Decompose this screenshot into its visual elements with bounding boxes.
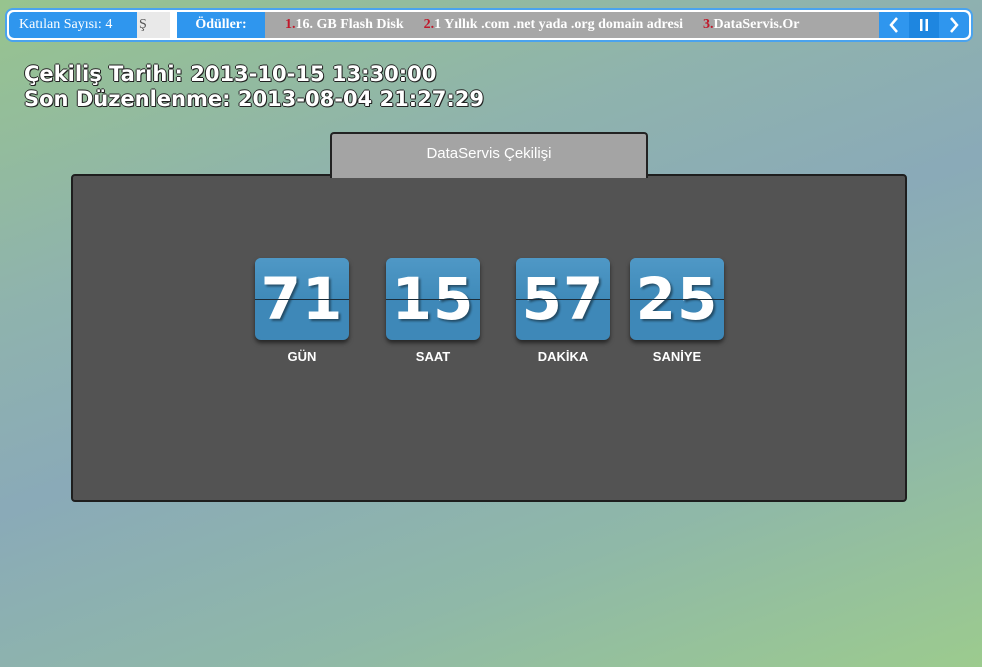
countdown-minutes-label: DAKİKA <box>537 349 589 364</box>
countdown-seconds-label: SANİYE <box>652 349 702 364</box>
pause-icon <box>920 19 928 31</box>
flip-seam <box>630 299 724 300</box>
draw-date: Çekiliş Tarihi: 2013-10-15 13:30:00 <box>24 62 437 86</box>
last-edit-date: Son Düzenlenme: 2013-08-04 21:27:29 <box>24 87 484 111</box>
pause-button[interactable] <box>909 12 939 38</box>
prize-item[interactable]: 2.1 Yıllık .com .net yada .org domain ad… <box>404 12 683 38</box>
tab-join <box>332 172 646 178</box>
prize-item[interactable]: 1.16. GB Flash Disk <box>265 12 404 38</box>
prev-button[interactable] <box>879 12 909 38</box>
ticker-fade-text: Ş <box>137 12 170 38</box>
prize-item[interactable]: 3.DataServis.Or <box>683 12 799 38</box>
flip-seam <box>255 299 349 300</box>
countdown-hours: 15 <box>386 258 480 340</box>
next-button[interactable] <box>939 12 969 38</box>
ticker-bar: Katılan Sayısı: 4 Ş Ödüller: 1.16. GB Fl… <box>5 8 973 42</box>
flip-seam <box>386 299 480 300</box>
countdown-days: 71 <box>255 258 349 340</box>
chevron-right-icon <box>950 17 959 33</box>
countdown-seconds: 25 <box>630 258 724 340</box>
chevron-left-icon <box>889 17 898 33</box>
countdown-days-label: GÜN <box>287 349 317 364</box>
prizes-label: Ödüller: <box>177 12 265 38</box>
countdown-panel <box>71 174 907 502</box>
draw-dates: Çekiliş Tarihi: 2013-10-15 13:30:00 Son … <box>24 62 484 112</box>
prize-strip: 1.16. GB Flash Disk 2.1 Yıllık .com .net … <box>265 12 881 38</box>
flip-seam <box>516 299 610 300</box>
participant-count: Katılan Sayısı: 4 <box>9 12 137 38</box>
countdown-hours-label: SAAT <box>415 349 451 364</box>
countdown-minutes: 57 <box>516 258 610 340</box>
ticker-controls <box>879 12 969 38</box>
